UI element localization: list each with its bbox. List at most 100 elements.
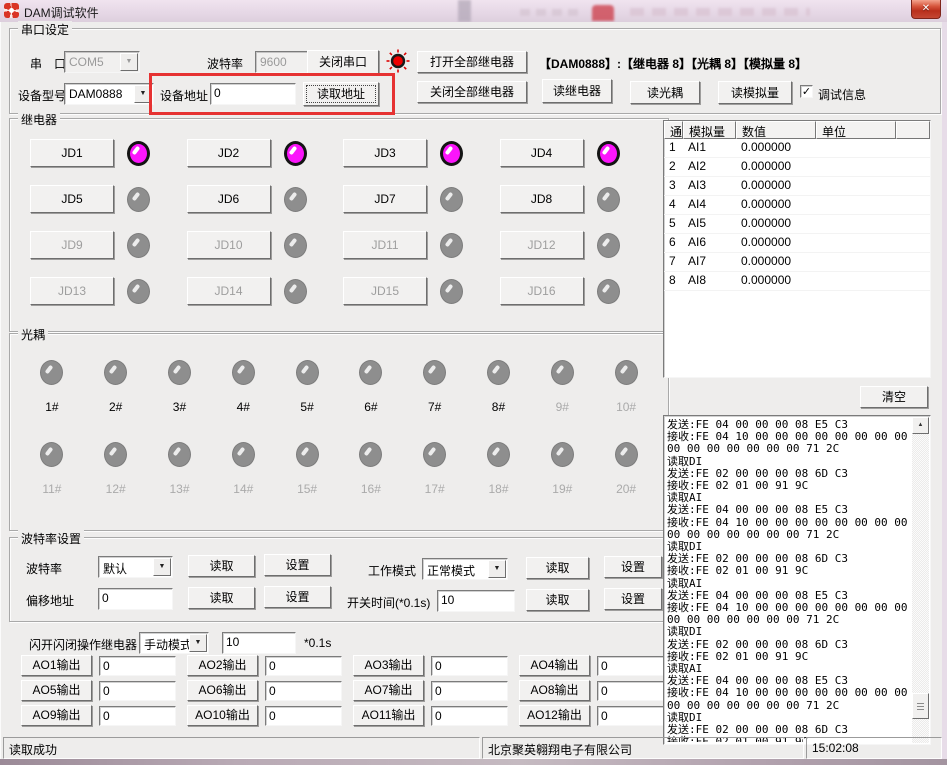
relay-button[interactable]: JD11: [343, 231, 427, 259]
analog-output-input[interactable]: 0: [265, 681, 342, 701]
scroll-up-icon[interactable]: ▲: [912, 417, 929, 434]
log-scrollbar[interactable]: ▲: [912, 417, 929, 743]
analog-output-input[interactable]: 0: [99, 706, 176, 726]
relay-button[interactable]: JD12: [500, 231, 584, 259]
table-row[interactable]: 8 AI8 0.000000: [664, 272, 930, 291]
analog-output-input[interactable]: 0: [99, 656, 176, 676]
table-row[interactable]: 7 AI7 0.000000: [664, 253, 930, 272]
opto-label: 15#: [297, 482, 317, 496]
offset-read-button[interactable]: 读取: [188, 587, 255, 609]
baud-set-button[interactable]: 设置: [264, 554, 331, 576]
relay-button[interactable]: JD14: [187, 277, 271, 305]
device-model-select[interactable]: DAM0888 ▼: [64, 83, 154, 105]
analog-output-input[interactable]: 0: [99, 681, 176, 701]
flash-time-input[interactable]: 10: [222, 632, 296, 654]
analog-output-button[interactable]: AO10输出: [187, 705, 258, 726]
close-all-relays-button[interactable]: 关闭全部继电器: [417, 81, 527, 103]
baud-select[interactable]: 默认 ▼: [98, 556, 173, 578]
relay-led-icon: [440, 233, 463, 258]
opto-cell: 9#: [551, 360, 574, 414]
opto-label: 6#: [364, 400, 377, 414]
analog-output-input[interactable]: 0: [431, 706, 508, 726]
switch-time-label: 开关时间(*0.1s): [347, 594, 430, 611]
port-select[interactable]: COM5 ▼: [64, 51, 140, 73]
relay-button[interactable]: JD13: [30, 277, 114, 305]
work-mode-select[interactable]: 正常模式 ▼: [422, 558, 508, 580]
analog-output-button[interactable]: AO5输出: [21, 680, 92, 701]
read-relays-button[interactable]: 读继电器: [542, 79, 612, 103]
opto-group: 光耦 1# 2# 3#: [9, 333, 669, 531]
relay-button[interactable]: JD9: [30, 231, 114, 259]
chevron-down-icon[interactable]: ▼: [153, 558, 171, 576]
analog-output-input[interactable]: 0: [265, 706, 342, 726]
read-address-button[interactable]: 读取地址: [303, 82, 379, 106]
close-icon[interactable]: ✕: [911, 0, 941, 19]
analog-output-cell: AO5输出 0: [21, 680, 187, 701]
opto-led-icon: [359, 442, 382, 467]
relay-button[interactable]: JD8: [500, 185, 584, 213]
column-header-unit[interactable]: 单位: [816, 121, 896, 139]
relay-button[interactable]: JD16: [500, 277, 584, 305]
analog-output-button[interactable]: AO9输出: [21, 705, 92, 726]
read-opto-button[interactable]: 读光耦: [630, 81, 700, 104]
relay-button[interactable]: JD1: [30, 139, 114, 167]
clear-log-button[interactable]: 清空: [860, 386, 928, 408]
relay-button[interactable]: JD10: [187, 231, 271, 259]
analog-output-input[interactable]: 0: [265, 656, 342, 676]
analog-output-input[interactable]: 0: [431, 681, 508, 701]
analog-output-button[interactable]: AO11输出: [353, 705, 424, 726]
relay-button[interactable]: JD7: [343, 185, 427, 213]
analog-output-button[interactable]: AO7输出: [353, 680, 424, 701]
switch-time-input[interactable]: 10: [437, 590, 515, 612]
analog-output-button[interactable]: AO3输出: [353, 655, 424, 676]
relay-button[interactable]: JD4: [500, 139, 584, 167]
opto-label: 3#: [173, 400, 186, 414]
relay-led-icon: [597, 233, 620, 258]
relay-button[interactable]: JD5: [30, 185, 114, 213]
work-mode-read-button[interactable]: 读取: [526, 557, 589, 579]
analog-output-button[interactable]: AO8输出: [519, 680, 590, 701]
switch-time-set-button[interactable]: 设置: [604, 588, 662, 610]
relay-led-icon: [127, 141, 150, 166]
table-header: 通 模拟量 数值 单位: [664, 121, 930, 139]
relay-button[interactable]: JD3: [343, 139, 427, 167]
chevron-down-icon[interactable]: ▼: [120, 53, 138, 71]
relay-button[interactable]: JD2: [187, 139, 271, 167]
relay-led-icon: [440, 141, 463, 166]
analog-output-cell: AO3输出 0: [353, 655, 519, 676]
open-all-relays-button[interactable]: 打开全部继电器: [417, 51, 527, 73]
relay-led-icon: [127, 279, 150, 304]
column-header-value[interactable]: 数值: [736, 121, 816, 139]
scrollbar-thumb[interactable]: [912, 693, 929, 719]
column-header-analog[interactable]: 模拟量: [683, 121, 736, 139]
offset-set-button[interactable]: 设置: [264, 586, 331, 608]
analog-output-button[interactable]: AO1输出: [21, 655, 92, 676]
relay-button[interactable]: JD15: [343, 277, 427, 305]
debug-info-checkbox[interactable]: ✓: [800, 85, 813, 98]
table-row[interactable]: 4 AI4 0.000000: [664, 196, 930, 215]
offset-address-input[interactable]: 0: [98, 588, 173, 610]
analog-output-button[interactable]: AO4输出: [519, 655, 590, 676]
relay-cell: JD13: [30, 277, 187, 305]
table-row[interactable]: 5 AI5 0.000000: [664, 215, 930, 234]
device-address-input[interactable]: 0: [210, 83, 296, 105]
analog-output-button[interactable]: AO12输出: [519, 705, 590, 726]
close-port-button[interactable]: 关闭串口: [307, 50, 379, 74]
analog-output-button[interactable]: AO2输出: [187, 655, 258, 676]
read-analog-button[interactable]: 读模拟量: [718, 81, 792, 104]
analog-output-input[interactable]: 0: [431, 656, 508, 676]
opto-cell: 5#: [296, 360, 319, 414]
table-row[interactable]: 6 AI6 0.000000: [664, 234, 930, 253]
column-header-channel[interactable]: 通: [664, 121, 683, 139]
baud-read-button[interactable]: 读取: [188, 555, 255, 577]
table-row[interactable]: 3 AI3 0.000000: [664, 177, 930, 196]
chevron-down-icon[interactable]: ▼: [488, 560, 506, 578]
work-mode-set-button[interactable]: 设置: [604, 556, 662, 578]
table-row[interactable]: 1 AI1 0.000000: [664, 139, 930, 158]
switch-time-read-button[interactable]: 读取: [526, 589, 589, 611]
chevron-down-icon[interactable]: ▼: [189, 634, 207, 652]
flash-mode-select[interactable]: 手动模式 ▼: [139, 632, 209, 654]
relay-button[interactable]: JD6: [187, 185, 271, 213]
analog-output-button[interactable]: AO6输出: [187, 680, 258, 701]
table-row[interactable]: 2 AI2 0.000000: [664, 158, 930, 177]
